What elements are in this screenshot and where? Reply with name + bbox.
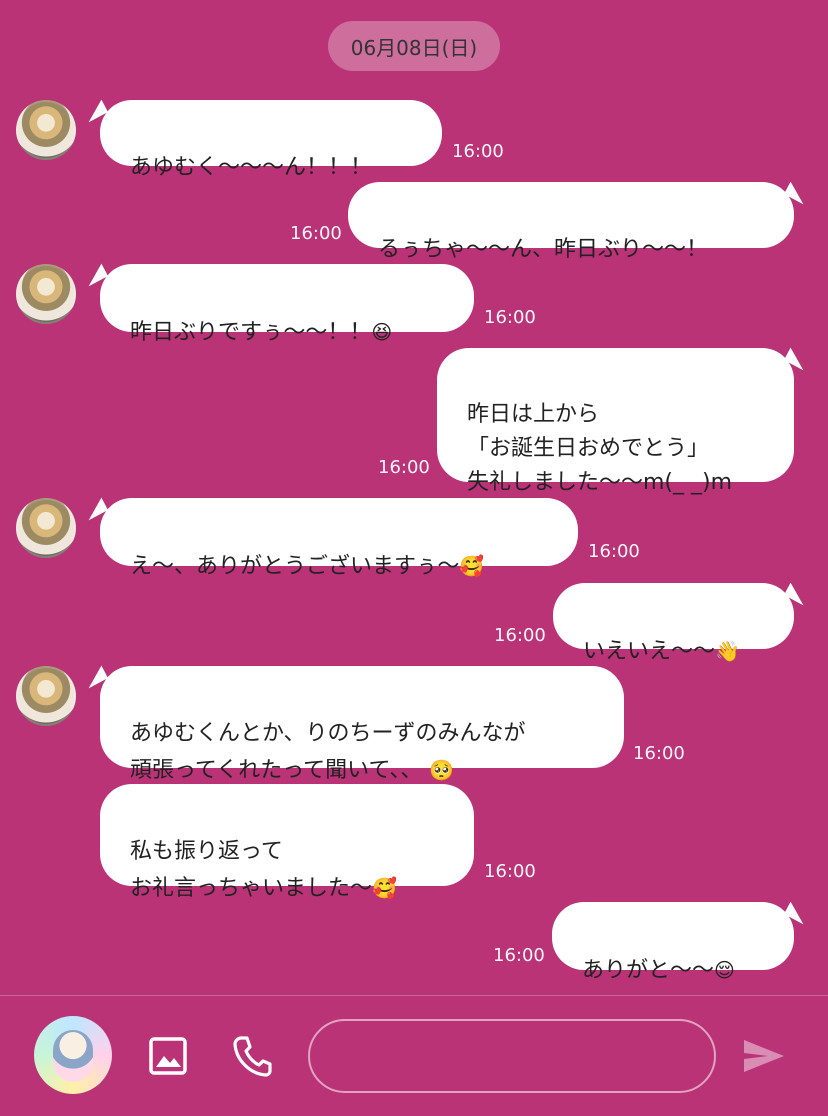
- message-bubble-incoming[interactable]: 昨日ぶりですぅ〜〜！！😆: [100, 264, 474, 345]
- contact-avatar[interactable]: [16, 264, 76, 324]
- message-text: 昨日ぶりですぅ〜〜！！: [130, 320, 372, 345]
- image-icon[interactable]: [148, 1036, 188, 1076]
- relieved-face-emoji: 😌: [714, 958, 735, 982]
- message-bubble-incoming[interactable]: あゆむくんとか、りのちーずのみんなが 頑張ってくれたって聞いて、、 🥺: [100, 666, 624, 783]
- message-bubble-outgoing[interactable]: るぅちゃ〜〜ん、昨日ぶり〜〜！: [348, 182, 794, 262]
- message-time: 16:00: [378, 457, 430, 478]
- message-time: 16:00: [484, 861, 536, 882]
- grinning-squinting-emoji: 😆: [371, 320, 393, 344]
- message-text: 私も振り返って お礼言っちゃいました〜: [130, 839, 373, 901]
- message-time: 16:00: [484, 307, 536, 328]
- pleading-face-emoji: 🥺: [429, 758, 455, 782]
- message-bubble-outgoing[interactable]: ありがと〜〜😌: [552, 902, 794, 983]
- waving-hand-emoji: 👋: [715, 639, 740, 663]
- message-bubble-outgoing[interactable]: いえいえ〜〜👋: [553, 583, 794, 664]
- message-time: 16:00: [290, 223, 342, 244]
- message-input[interactable]: [308, 1019, 716, 1093]
- user-avatar[interactable]: [34, 1016, 112, 1094]
- contact-avatar[interactable]: [16, 100, 76, 160]
- message-text: ありがと〜〜: [582, 958, 715, 983]
- message-time: 16:00: [493, 945, 545, 966]
- contact-avatar[interactable]: [16, 498, 76, 558]
- message-text: あゆむくんとか、りのちーずのみんなが 頑張ってくれたって聞いて、、: [130, 721, 526, 783]
- message-text: いえいえ〜〜: [583, 639, 716, 664]
- message-time: 16:00: [633, 743, 685, 764]
- phone-icon[interactable]: [232, 1034, 272, 1078]
- smiling-face-with-hearts-emoji: 🥰: [459, 554, 485, 578]
- message-text: え〜、ありがとうございますぅ〜: [130, 554, 460, 579]
- smiling-face-with-hearts-emoji: 🥰: [372, 876, 397, 900]
- message-bubble-incoming[interactable]: あゆむく〜〜〜ん！！！: [100, 100, 442, 180]
- send-icon[interactable]: [742, 1037, 786, 1075]
- message-bubble-incoming[interactable]: 私も振り返って お礼言っちゃいました〜🥰: [100, 784, 474, 901]
- message-bubble-incoming[interactable]: え〜、ありがとうございますぅ〜🥰: [100, 498, 578, 579]
- message-time: 16:00: [494, 625, 546, 646]
- message-text: あゆむく〜〜〜ん！！！: [130, 155, 373, 180]
- message-bubble-outgoing[interactable]: 昨日は上から 「お誕生日おめでとう」 失礼しました〜〜m(_ _)m: [437, 348, 794, 495]
- footer-divider: [0, 995, 828, 996]
- message-text: るぅちゃ〜〜ん、昨日ぶり〜〜！: [378, 237, 709, 262]
- contact-avatar[interactable]: [16, 666, 76, 726]
- user-avatar-portrait: [53, 1030, 93, 1082]
- message-text: 昨日は上から 「お誕生日おめでとう」 失礼しました〜〜m(_ _)m: [467, 402, 733, 495]
- message-time: 16:00: [452, 141, 504, 162]
- message-time: 16:00: [588, 541, 640, 562]
- date-separator: 06月08日(日): [328, 21, 500, 71]
